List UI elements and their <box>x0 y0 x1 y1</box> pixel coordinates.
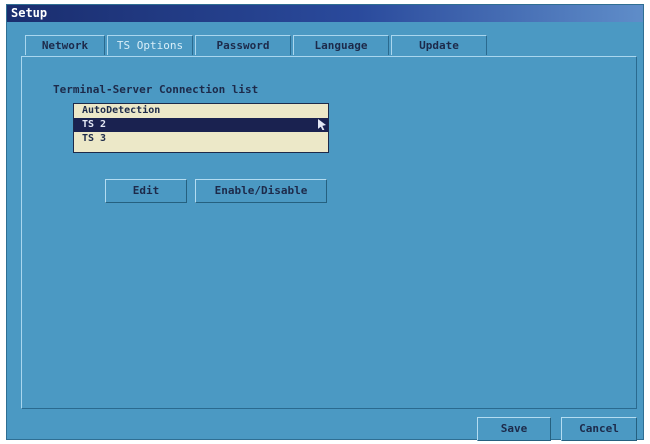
save-button[interactable]: Save <box>477 417 551 441</box>
setup-window: Setup Network TS Options Password Langua… <box>6 4 644 441</box>
connection-list-label: Terminal-Server Connection list <box>53 83 259 96</box>
list-item-selected[interactable]: TS 2 <box>74 118 328 132</box>
list-item-label: TS 3 <box>82 133 107 144</box>
window-title: Setup <box>7 5 643 22</box>
list-item[interactable]: TS 3 <box>74 132 328 146</box>
mouse-pointer-icon <box>318 119 326 130</box>
tab-ts-options[interactable]: TS Options <box>107 35 193 55</box>
tab-update[interactable]: Update <box>391 35 487 55</box>
list-item-label: TS 2 <box>82 119 107 130</box>
tab-network[interactable]: Network <box>25 35 105 55</box>
tab-password[interactable]: Password <box>195 35 291 55</box>
enable-disable-button[interactable]: Enable/Disable <box>195 179 327 203</box>
edit-button[interactable]: Edit <box>105 179 187 203</box>
connection-listbox[interactable]: AutoDetection TS 2 TS 3 <box>73 103 329 153</box>
tab-language[interactable]: Language <box>293 35 389 55</box>
list-item-label: AutoDetection <box>82 105 161 116</box>
tab-bar: Network TS Options Password Language Upd… <box>25 35 489 56</box>
cancel-button[interactable]: Cancel <box>561 417 637 441</box>
list-item[interactable]: AutoDetection <box>74 104 328 118</box>
